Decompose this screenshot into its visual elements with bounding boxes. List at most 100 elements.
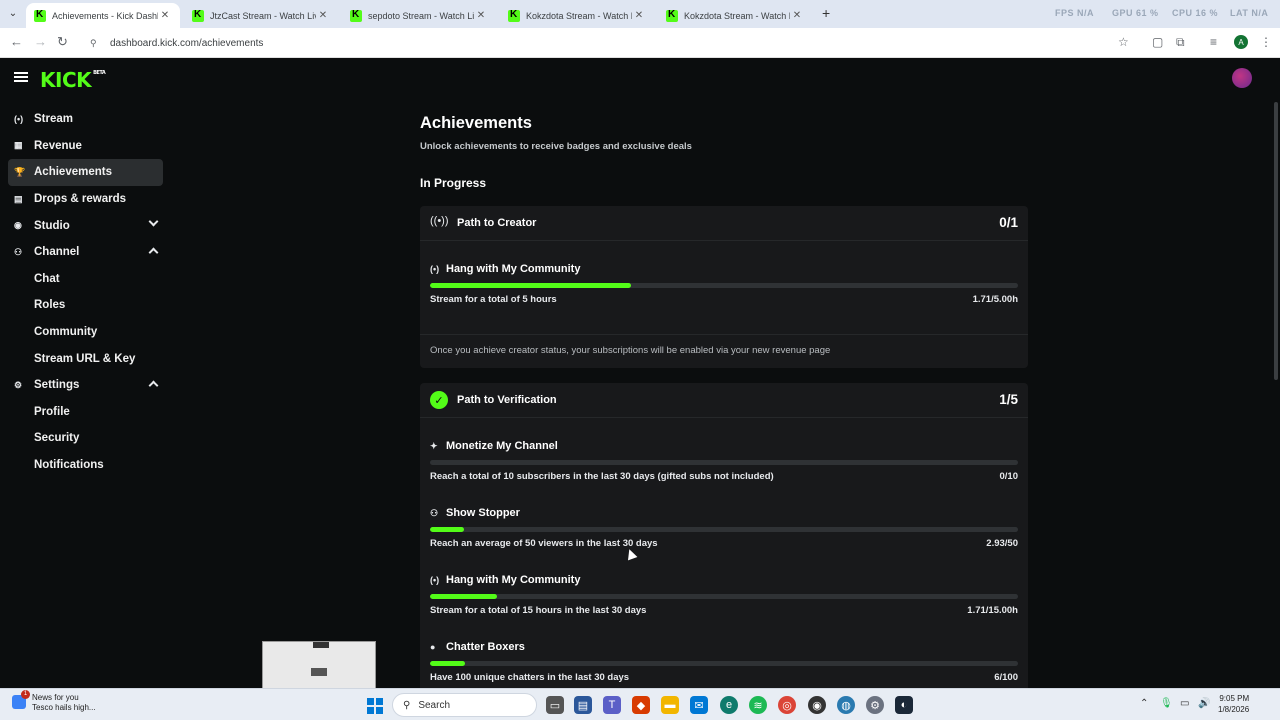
taskbar-search[interactable]: ⚲ Search — [392, 693, 537, 717]
spotify-icon[interactable]: ≋ — [749, 696, 767, 714]
beta-tag: BETA — [93, 70, 106, 76]
chrome-icon[interactable]: ◎ — [778, 696, 796, 714]
sidebar-item-studio[interactable]: ◉ Studio — [8, 212, 163, 239]
obs-icon[interactable]: ◉ — [808, 696, 826, 714]
network-icon[interactable]: ▭ — [1180, 698, 1189, 709]
achievement-description: Have 100 unique chatters in the last 30 … — [430, 672, 630, 683]
close-icon[interactable]: ✕ — [474, 10, 488, 21]
bookmark-star-icon[interactable]: ☆ — [1118, 35, 1129, 49]
sidebar-item-achievements[interactable]: 🏆 Achievements — [8, 159, 163, 186]
users-icon: ⚇ — [430, 507, 439, 518]
sparkle-icon: ✦ — [430, 440, 438, 451]
fps-readout: FPS N/A — [1055, 8, 1095, 18]
app-icon[interactable]: ◍ — [837, 696, 855, 714]
news-widget[interactable]: 1 News for you Tesco hails high... — [12, 690, 122, 713]
achievement-item: ⚇ Show Stopper Reach an average of 50 vie… — [430, 507, 1018, 549]
kick-dashboard: KICK BETA (•) Stream ▦ Revenue 🏆 Achievements ▤… — [0, 58, 1280, 703]
achievement-description: Reach a total of 10 subscribers in the l… — [430, 471, 774, 482]
achievement-card-path-to-verification: ✓ Path to Verification 1/5 ✦ Monetize My … — [420, 383, 1028, 703]
steam-icon[interactable]: ◐ — [895, 696, 913, 714]
microphone-icon[interactable]: 🎙 — [1160, 698, 1173, 709]
close-icon[interactable]: ✕ — [790, 10, 804, 21]
card-title: Path to Creator — [457, 217, 537, 229]
studio-icon: ◉ — [14, 220, 22, 231]
sidebar-item-revenue[interactable]: ▦ Revenue — [8, 133, 163, 160]
close-icon[interactable]: ✕ — [158, 10, 172, 21]
cpu-readout: CPU 16 % — [1172, 8, 1219, 18]
achievement-item: ● Chatter Boxers Have 100 unique chatters… — [430, 641, 1018, 683]
gear-icon: ⚙ — [14, 379, 23, 390]
achievement-progress-value: 1.71/5.00h — [972, 294, 1018, 305]
achievement-title-text: Monetize My Channel — [446, 440, 558, 452]
achievement-item: (•) Hang with My Community Stream for a t… — [430, 574, 1018, 616]
close-icon[interactable]: ✕ — [316, 10, 330, 21]
file-explorer-icon[interactable]: ▬ — [661, 696, 679, 714]
thumb-block — [311, 668, 327, 676]
sidebar-item-settings[interactable]: ⚙ Settings — [8, 372, 163, 399]
store-icon[interactable]: ▤ — [574, 696, 592, 714]
edge-icon[interactable]: e — [720, 696, 738, 714]
screenshot-icon[interactable]: ▢ — [1152, 35, 1163, 49]
forward-arrow-icon[interactable]: → — [34, 34, 47, 49]
volume-icon[interactable]: 🔊 — [1198, 698, 1210, 709]
task-view-icon[interactable]: ▭ — [546, 696, 564, 714]
achievement-title-text: Hang with My Community — [446, 263, 581, 275]
kick-favicon-icon — [666, 9, 678, 22]
sidebar-item-roles[interactable]: Roles — [8, 292, 163, 319]
hamburger-menu-icon[interactable] — [14, 72, 28, 82]
browser-profile-avatar[interactable]: A — [1234, 35, 1248, 49]
achievement-progress-value: 1.71/15.00h — [967, 605, 1018, 616]
sidebar-item-channel[interactable]: ⚇ Channel — [8, 239, 163, 266]
sidebar-item-stream-url-key[interactable]: Stream URL & Key — [8, 345, 163, 372]
media-control-icon[interactable]: ≡ — [1210, 35, 1217, 49]
chevron-down-icon[interactable] — [148, 216, 159, 227]
sidebar-item-security[interactable]: Security — [8, 425, 163, 452]
achievement-progress-value: 6/100 — [994, 672, 1018, 683]
kebab-menu-icon[interactable]: ⋮ — [1260, 35, 1272, 49]
achievement-title: ● Chatter Boxers — [430, 641, 1018, 653]
copilot-icon[interactable]: ◆ — [632, 696, 650, 714]
teams-icon[interactable]: T — [603, 696, 621, 714]
achievement-title: ⚇ Show Stopper — [430, 507, 1018, 519]
sidebar-item-stream[interactable]: (•) Stream — [8, 106, 163, 133]
url-field[interactable]: ⚲ dashboard.kick.com/achievements — [82, 32, 1142, 54]
page-scrollbar[interactable] — [1274, 102, 1278, 380]
verified-badge-icon: ✓ — [430, 391, 448, 409]
sidebar-item-community[interactable]: Community — [8, 319, 163, 346]
tab-title: JtzCast Stream - Watch Live on — [210, 10, 316, 21]
progress-fill — [430, 661, 466, 666]
sidebar-item-label: Studio — [34, 219, 70, 232]
trophy-icon: 🏆 — [14, 166, 26, 177]
chevron-up-icon[interactable] — [148, 380, 159, 391]
system-clock[interactable]: 9:05 PM 1/8/2026 — [1218, 693, 1249, 715]
browser-tab[interactable]: Kokzdota Stream - Watch Live c ✕ — [658, 3, 812, 28]
back-arrow-icon[interactable]: ← — [10, 34, 23, 49]
browser-tab[interactable]: Kokzdota Stream - Watch Live c ✕ — [500, 3, 654, 28]
user-avatar[interactable] — [1232, 68, 1252, 88]
sidebar-item-label: Community — [34, 326, 98, 339]
kick-logo[interactable]: KICK BETA — [40, 68, 106, 92]
sidebar-item-profile[interactable]: Profile — [8, 399, 163, 426]
url-text: dashboard.kick.com/achievements — [110, 37, 264, 49]
close-icon[interactable]: ✕ — [632, 10, 646, 21]
achievement-card-path-to-creator: ((•)) Path to Creator 0/1 (•) Hang with M… — [420, 206, 1028, 368]
site-info-icon[interactable]: ⚲ — [90, 38, 102, 49]
browser-tab[interactable]: JtzCast Stream - Watch Live on ✕ — [184, 3, 338, 28]
reload-icon[interactable]: ↻ — [57, 34, 68, 50]
thumb-block — [313, 642, 329, 648]
sidebar-item-chat[interactable]: Chat — [8, 266, 163, 293]
logo-text: KICK — [40, 68, 92, 92]
browser-tab[interactable]: sepdoto Stream - Watch Live o ✕ — [342, 3, 496, 28]
browser-tab[interactable]: Achievements - Kick Dashboard ✕ — [26, 3, 180, 28]
mail-icon[interactable]: ✉ — [690, 696, 708, 714]
extensions-icon[interactable]: ⧉ — [1176, 35, 1185, 50]
windows-start-icon[interactable] — [367, 698, 383, 714]
chevron-up-icon[interactable] — [148, 247, 159, 258]
tab-search-menu[interactable]: ⌄ — [4, 4, 22, 22]
new-tab-button[interactable]: + — [822, 5, 830, 21]
sidebar-item-drops-rewards[interactable]: ▤ Drops & rewards — [8, 186, 163, 213]
settings-gear-icon[interactable]: ⚙ — [866, 696, 884, 714]
sidebar-item-label: Channel — [34, 246, 80, 259]
sidebar-item-notifications[interactable]: Notifications — [8, 452, 163, 479]
chevron-up-icon[interactable]: ⌃ — [1140, 698, 1148, 709]
